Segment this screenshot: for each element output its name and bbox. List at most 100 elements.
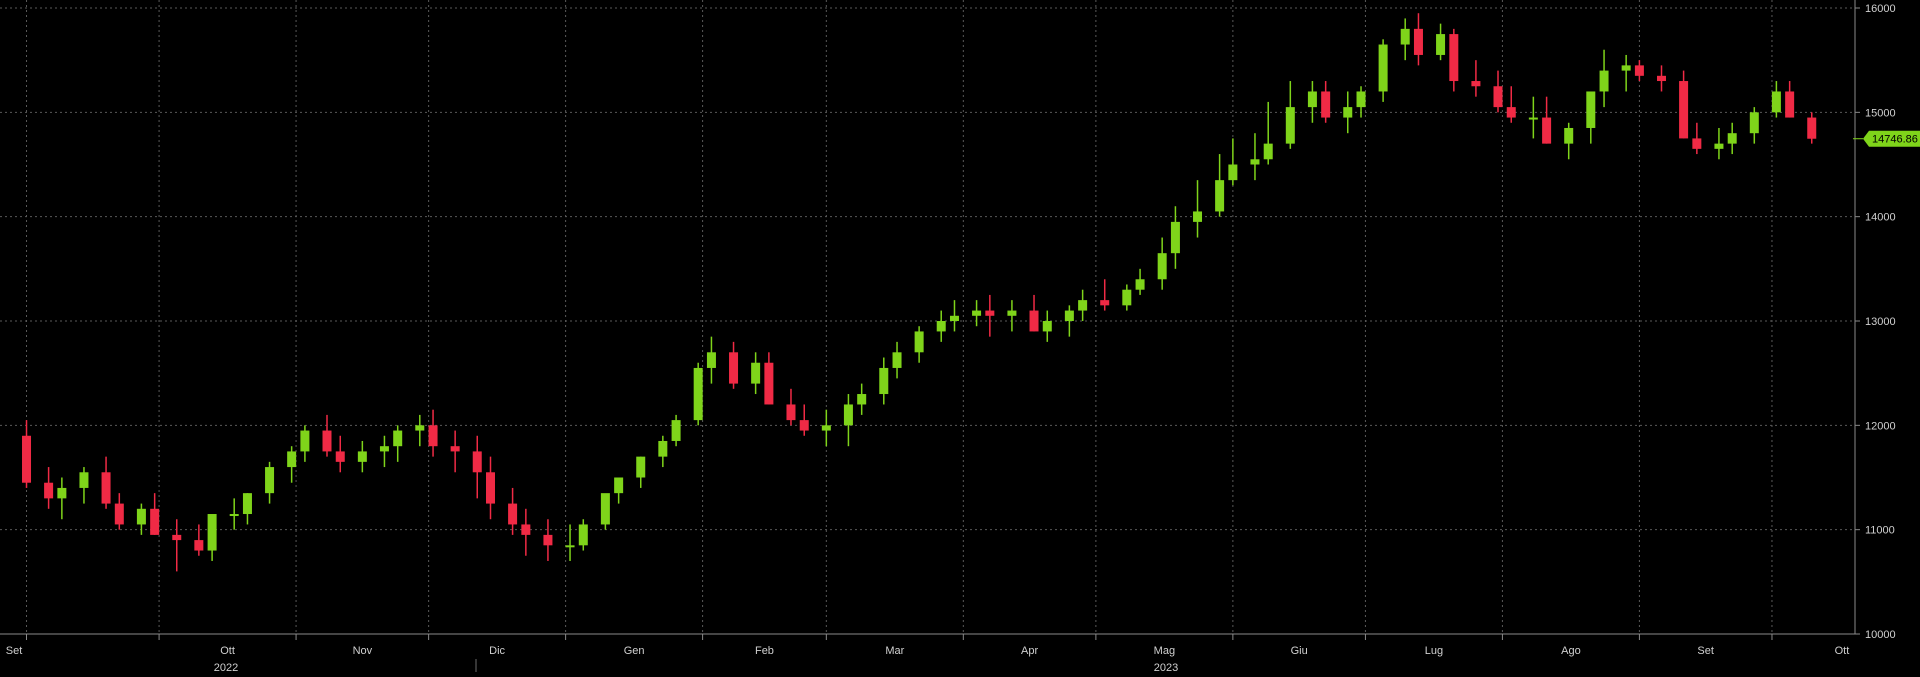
y-tick-label: 13000: [1865, 316, 1896, 328]
candle-body: [322, 430, 332, 452]
candle-body: [194, 540, 204, 551]
candle-body: [415, 425, 425, 431]
last-value-tag: 14746.86: [1863, 130, 1920, 147]
candle-body: [150, 508, 160, 535]
candle-body: [614, 477, 624, 494]
x-tick-label: Mag: [1154, 645, 1175, 657]
last-value-label: 14746.86: [1872, 134, 1918, 146]
candle-body: [1436, 34, 1446, 55]
candle-body: [706, 352, 716, 368]
candle-body: [242, 493, 252, 515]
candle-body: [751, 362, 761, 384]
candle-body: [1771, 91, 1781, 113]
candle-body: [892, 352, 902, 368]
candle-body: [565, 545, 575, 548]
candle-body: [1493, 86, 1503, 108]
candle-body: [136, 508, 146, 525]
candle-body: [857, 394, 867, 405]
x-tick-label: Mar: [885, 645, 904, 657]
candle-body: [379, 446, 389, 452]
candle-body: [1007, 310, 1017, 316]
candle-body: [1215, 180, 1225, 212]
y-tick-label: 11000: [1865, 525, 1895, 537]
candle-body: [1285, 107, 1295, 144]
x-tick-label: Lug: [1425, 645, 1443, 657]
candle-body: [1679, 81, 1689, 139]
x-tick-label: Nov: [353, 645, 373, 657]
x-tick-label: Ott: [220, 645, 235, 657]
candle-body: [1321, 91, 1331, 118]
candle-body: [799, 420, 809, 431]
candle-body: [821, 425, 831, 431]
x-tick-label: Dic: [489, 645, 505, 657]
candle-body: [914, 331, 924, 353]
candlestick-chart: 16000 15000 14000 13000 12000 11000 10000 Set O…: [0, 0, 1920, 677]
candle-body: [472, 451, 482, 473]
y-tick-label: 12000: [1865, 420, 1896, 432]
candle-body: [428, 425, 438, 447]
candle-body: [764, 362, 774, 405]
candle-body: [393, 430, 403, 447]
candle-body: [578, 524, 588, 546]
x-tick-label: Set: [6, 645, 23, 657]
candle-body: [1378, 44, 1388, 92]
candle-body: [1714, 143, 1724, 149]
year-label: 2023: [1154, 662, 1178, 674]
candle-body: [1263, 143, 1273, 160]
candle: [600, 493, 610, 530]
candle-body: [1506, 107, 1516, 118]
candle-body: [44, 482, 54, 499]
candle-body: [1078, 300, 1088, 311]
candle-body: [300, 430, 310, 452]
candle-body: [229, 514, 239, 517]
candle-body: [1657, 75, 1667, 82]
candle-body: [1749, 112, 1759, 134]
y-tick-label: 14000: [1865, 212, 1896, 224]
candle-body: [508, 503, 518, 525]
candle-body: [879, 367, 889, 395]
candle-body: [521, 524, 531, 535]
candle-body: [1042, 321, 1052, 332]
candle-body: [1586, 91, 1596, 128]
candle-body: [1100, 300, 1110, 306]
candle-body: [101, 472, 111, 504]
candle-body: [57, 487, 67, 499]
candle-body: [1343, 107, 1353, 118]
x-tick-label: Apr: [1021, 645, 1038, 657]
candle-body: [1621, 65, 1631, 71]
candle-body: [114, 503, 124, 525]
x-tick-label: Feb: [755, 645, 774, 657]
year-label: 2022: [214, 662, 238, 674]
y-tick-label: 15000: [1865, 107, 1896, 119]
candle-body: [1307, 91, 1317, 108]
candle-body: [1250, 159, 1260, 165]
candle-body: [1564, 127, 1574, 144]
candle-body: [450, 446, 460, 452]
candle-body: [1413, 28, 1423, 55]
x-tick-label: Set: [1697, 645, 1714, 657]
candle-body: [985, 310, 995, 316]
candle-body: [658, 440, 668, 457]
candle: [693, 362, 703, 426]
candle-body: [786, 404, 796, 421]
candle-body: [949, 315, 959, 321]
candle-body: [671, 420, 681, 441]
candle-body: [693, 367, 703, 421]
candle-body: [1449, 34, 1459, 82]
candle-body: [1170, 221, 1180, 254]
candle-body: [357, 451, 367, 462]
candle-body: [1528, 117, 1538, 120]
y-tick-label: 10000: [1865, 629, 1896, 641]
candle-body: [1193, 211, 1203, 222]
candle-body: [600, 493, 610, 525]
candle-body: [972, 310, 982, 316]
candle-body: [1135, 279, 1145, 290]
candle-body: [485, 472, 495, 504]
candle-body: [1122, 289, 1132, 306]
candle-body: [1785, 91, 1795, 118]
candle-body: [729, 352, 739, 384]
candle-body: [79, 472, 89, 488]
candle-body: [287, 451, 297, 468]
chart-background: [0, 0, 1920, 677]
x-tick-label: Gen: [624, 645, 645, 657]
